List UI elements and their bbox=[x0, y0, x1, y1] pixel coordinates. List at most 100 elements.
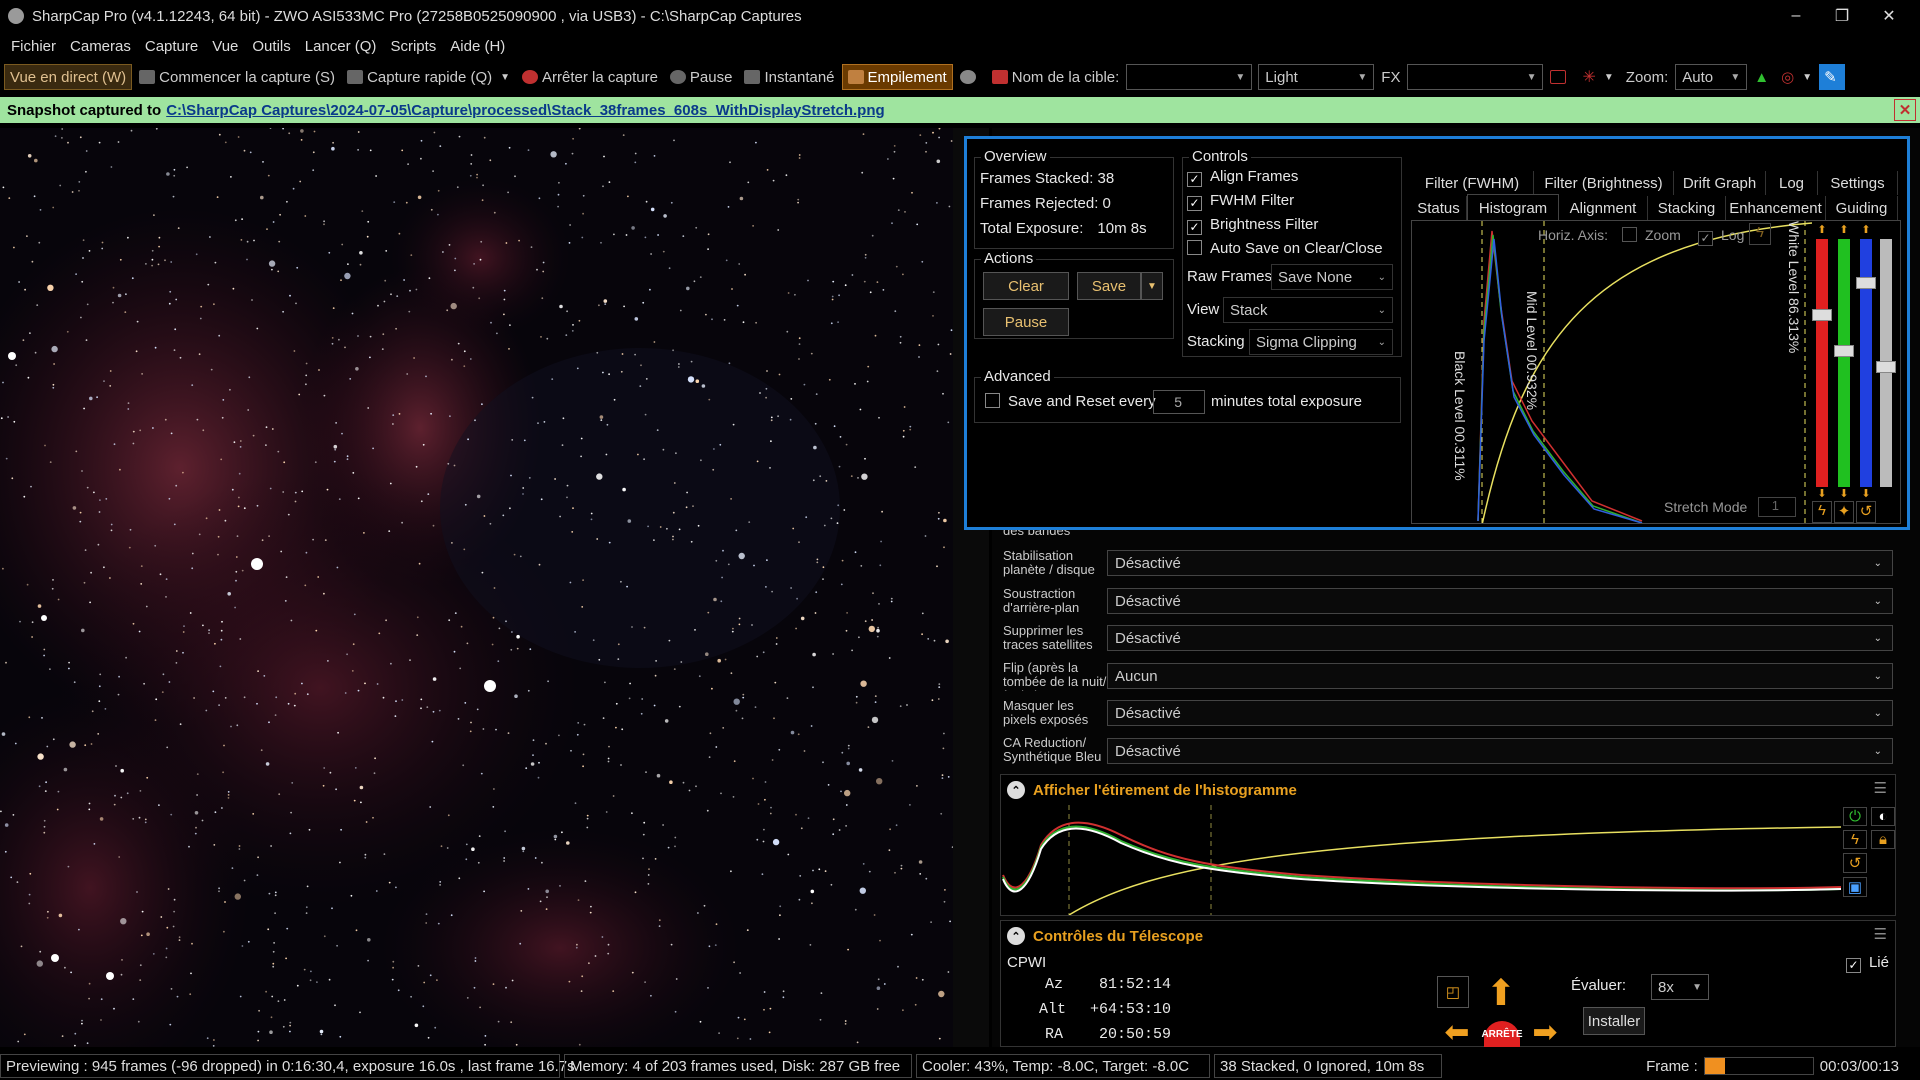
frame-type-select[interactable]: Light ▼ bbox=[1258, 64, 1375, 90]
spiral-search-button[interactable]: ◰ bbox=[1437, 976, 1469, 1008]
histogram-stretch-graph[interactable] bbox=[1001, 805, 1841, 915]
power-icon[interactable]: ⏻ bbox=[1843, 807, 1867, 826]
reset-icon[interactable]: ↺ bbox=[1856, 501, 1876, 523]
chevron-down-icon[interactable]: ▼ bbox=[500, 72, 510, 83]
menu-fichier[interactable]: Fichier bbox=[4, 38, 63, 55]
tab-log[interactable]: Log bbox=[1766, 171, 1818, 195]
zoom-checkbox[interactable]: Zoom bbox=[1622, 227, 1681, 243]
luminance-slider-knob[interactable] bbox=[1876, 361, 1896, 373]
tab-status[interactable]: Status bbox=[1411, 196, 1467, 220]
menu-icon[interactable]: ☰ bbox=[1874, 925, 1887, 943]
menu-outils[interactable]: Outils bbox=[245, 38, 297, 55]
minutes-stepper[interactable]: 5 bbox=[1153, 390, 1205, 414]
menu-cameras[interactable]: Cameras bbox=[63, 38, 138, 55]
view-select[interactable]: Stack ⌄ bbox=[1223, 297, 1393, 323]
blue-down-arrow[interactable]: ⬇ bbox=[1856, 487, 1876, 500]
green-down-arrow[interactable]: ⬇ bbox=[1834, 487, 1854, 500]
tab-alignment[interactable]: Alignment bbox=[1559, 196, 1648, 220]
satellite-trails-select[interactable]: Désactivé ⌄ bbox=[1107, 625, 1893, 651]
histogram-toggle[interactable]: ▲ bbox=[1749, 64, 1774, 90]
lock-icon[interactable]: 🔒︎ bbox=[1871, 830, 1895, 849]
tab-stacking[interactable]: Stacking bbox=[1648, 196, 1726, 220]
histogram-view[interactable]: Horiz. Axis: Zoom ✓ Log ϟ Black Level 00.… bbox=[1411, 220, 1901, 524]
blue-up-arrow[interactable]: ⬆ bbox=[1856, 223, 1876, 236]
clear-button[interactable]: Clear bbox=[983, 272, 1069, 300]
menu-vue[interactable]: Vue bbox=[205, 38, 245, 55]
alarm-button[interactable]: ◎ ▼ bbox=[1776, 64, 1817, 90]
snapshot-button[interactable]: Instantané bbox=[739, 64, 839, 90]
stop-capture-button[interactable]: Arrêter la capture bbox=[517, 64, 663, 90]
contrast-icon[interactable]: ◐ bbox=[1871, 807, 1895, 826]
menu-capture[interactable]: Capture bbox=[138, 38, 205, 55]
pause-stacking-button[interactable]: Pause bbox=[983, 308, 1069, 336]
tab-guiding[interactable]: Guiding bbox=[1826, 196, 1898, 220]
save-dropdown-button[interactable]: ▼ bbox=[1141, 272, 1163, 300]
background-subtraction-select[interactable]: Désactivé ⌄ bbox=[1107, 588, 1893, 614]
auto-stretch-icon[interactable]: ϟ bbox=[1749, 223, 1771, 245]
red-down-arrow[interactable]: ⬇ bbox=[1812, 487, 1832, 500]
minimize-button[interactable]: – bbox=[1773, 0, 1819, 32]
menu-lancer[interactable]: Lancer (Q) bbox=[298, 38, 384, 55]
image-preview[interactable] bbox=[0, 128, 953, 1047]
star-icon[interactable]: ✦ bbox=[1834, 501, 1854, 523]
menu-icon[interactable]: ☰ bbox=[1874, 779, 1887, 797]
menu-aide[interactable]: Aide (H) bbox=[443, 38, 512, 55]
install-button[interactable]: Installer bbox=[1583, 1007, 1645, 1035]
collapse-icon[interactable]: ⌃ bbox=[1007, 781, 1025, 799]
west-arrow-button[interactable]: ⬅ bbox=[1437, 1019, 1477, 1047]
target-name-input[interactable]: ▼ bbox=[1126, 64, 1253, 90]
brightness-filter-checkbox[interactable]: ✓ Brightness Filter bbox=[1187, 216, 1318, 235]
tab-drift-graph[interactable]: Drift Graph bbox=[1674, 171, 1766, 195]
red-up-arrow[interactable]: ⬆ bbox=[1812, 223, 1832, 236]
record-button[interactable] bbox=[955, 64, 985, 90]
live-view-button[interactable]: Vue en direct (W) bbox=[4, 64, 133, 90]
tab-filter-fwhm[interactable]: Filter (FWHM) bbox=[1411, 171, 1534, 195]
telescope-header[interactable]: ⌃ Contrôles du Télescope bbox=[1001, 921, 1895, 951]
close-window-button[interactable]: ✕ bbox=[1866, 0, 1912, 32]
start-capture-button[interactable]: Commencer la capture (S) bbox=[134, 64, 340, 90]
stop-mount-button[interactable]: ARRÊTE bbox=[1481, 1021, 1523, 1047]
stabilization-select[interactable]: Désactivé ⌄ bbox=[1107, 550, 1893, 576]
tab-enhancement[interactable]: Enhancement bbox=[1726, 196, 1826, 220]
save-icon[interactable]: ▣ bbox=[1843, 877, 1867, 897]
green-up-arrow[interactable]: ⬆ bbox=[1834, 223, 1854, 236]
linked-checkbox[interactable]: ✓ Lié bbox=[1845, 954, 1889, 973]
tab-filter-brightness[interactable]: Filter (Brightness) bbox=[1534, 171, 1674, 195]
auto-stretch-icon[interactable]: ϟ bbox=[1843, 830, 1867, 849]
flip-select[interactable]: Aucun ⌄ bbox=[1107, 663, 1893, 689]
quick-capture-button[interactable]: Capture rapide (Q) ▼ bbox=[342, 64, 515, 90]
mount-control-button[interactable]: ✎ bbox=[1819, 64, 1846, 90]
auto-save-checkbox[interactable]: Auto Save on Clear/Close bbox=[1187, 240, 1383, 257]
tab-histogram[interactable]: Histogram bbox=[1467, 194, 1559, 221]
log-checkbox[interactable]: ✓ Log bbox=[1698, 227, 1744, 246]
histogram-stretch-header[interactable]: ⌃ Afficher l'étirement de l'histogramme bbox=[1001, 775, 1895, 805]
green-slider-knob[interactable] bbox=[1834, 345, 1854, 357]
save-reset-checkbox[interactable]: Save and Reset every bbox=[985, 393, 1156, 410]
align-frames-checkbox[interactable]: ✓ Align Frames bbox=[1187, 168, 1298, 187]
stretch-mode-stepper[interactable]: 1 bbox=[1758, 497, 1796, 517]
red-slider-knob[interactable] bbox=[1812, 309, 1832, 321]
east-arrow-button[interactable]: ➡ bbox=[1525, 1019, 1565, 1047]
fx-select[interactable]: ▼ bbox=[1407, 64, 1544, 90]
roi-button[interactable] bbox=[1545, 64, 1575, 90]
zoom-select[interactable]: Auto ▼ bbox=[1675, 64, 1748, 90]
raw-frames-select[interactable]: Save None ⌄ bbox=[1271, 264, 1393, 290]
blue-slider-knob[interactable] bbox=[1856, 277, 1876, 289]
snapshot-path-link[interactable]: C:\SharpCap Captures\2024-07-05\Capture\… bbox=[166, 102, 884, 119]
red-slider[interactable] bbox=[1816, 239, 1828, 487]
auto-level-icon[interactable]: ϟ bbox=[1812, 501, 1832, 523]
tab-settings[interactable]: Settings bbox=[1818, 171, 1898, 195]
green-slider[interactable] bbox=[1838, 239, 1850, 487]
reset-icon[interactable]: ↺ bbox=[1843, 853, 1867, 873]
crosshair-button[interactable]: ✳ ▼ bbox=[1577, 64, 1618, 90]
stacking-mode-select[interactable]: Sigma Clipping ⌄ bbox=[1249, 329, 1393, 355]
close-notification-button[interactable]: ✕ bbox=[1894, 99, 1916, 121]
maximize-button[interactable]: ❐ bbox=[1819, 0, 1865, 32]
mask-pixels-select[interactable]: Désactivé ⌄ bbox=[1107, 700, 1893, 726]
fwhm-filter-checkbox[interactable]: ✓ FWHM Filter bbox=[1187, 192, 1294, 211]
save-button[interactable]: Save bbox=[1077, 272, 1141, 300]
ca-reduction-select[interactable]: Désactivé ⌄ bbox=[1107, 738, 1893, 764]
pause-button[interactable]: Pause bbox=[665, 64, 738, 90]
north-arrow-button[interactable]: ⬆ bbox=[1481, 973, 1521, 1013]
collapse-icon[interactable]: ⌃ bbox=[1007, 927, 1025, 945]
